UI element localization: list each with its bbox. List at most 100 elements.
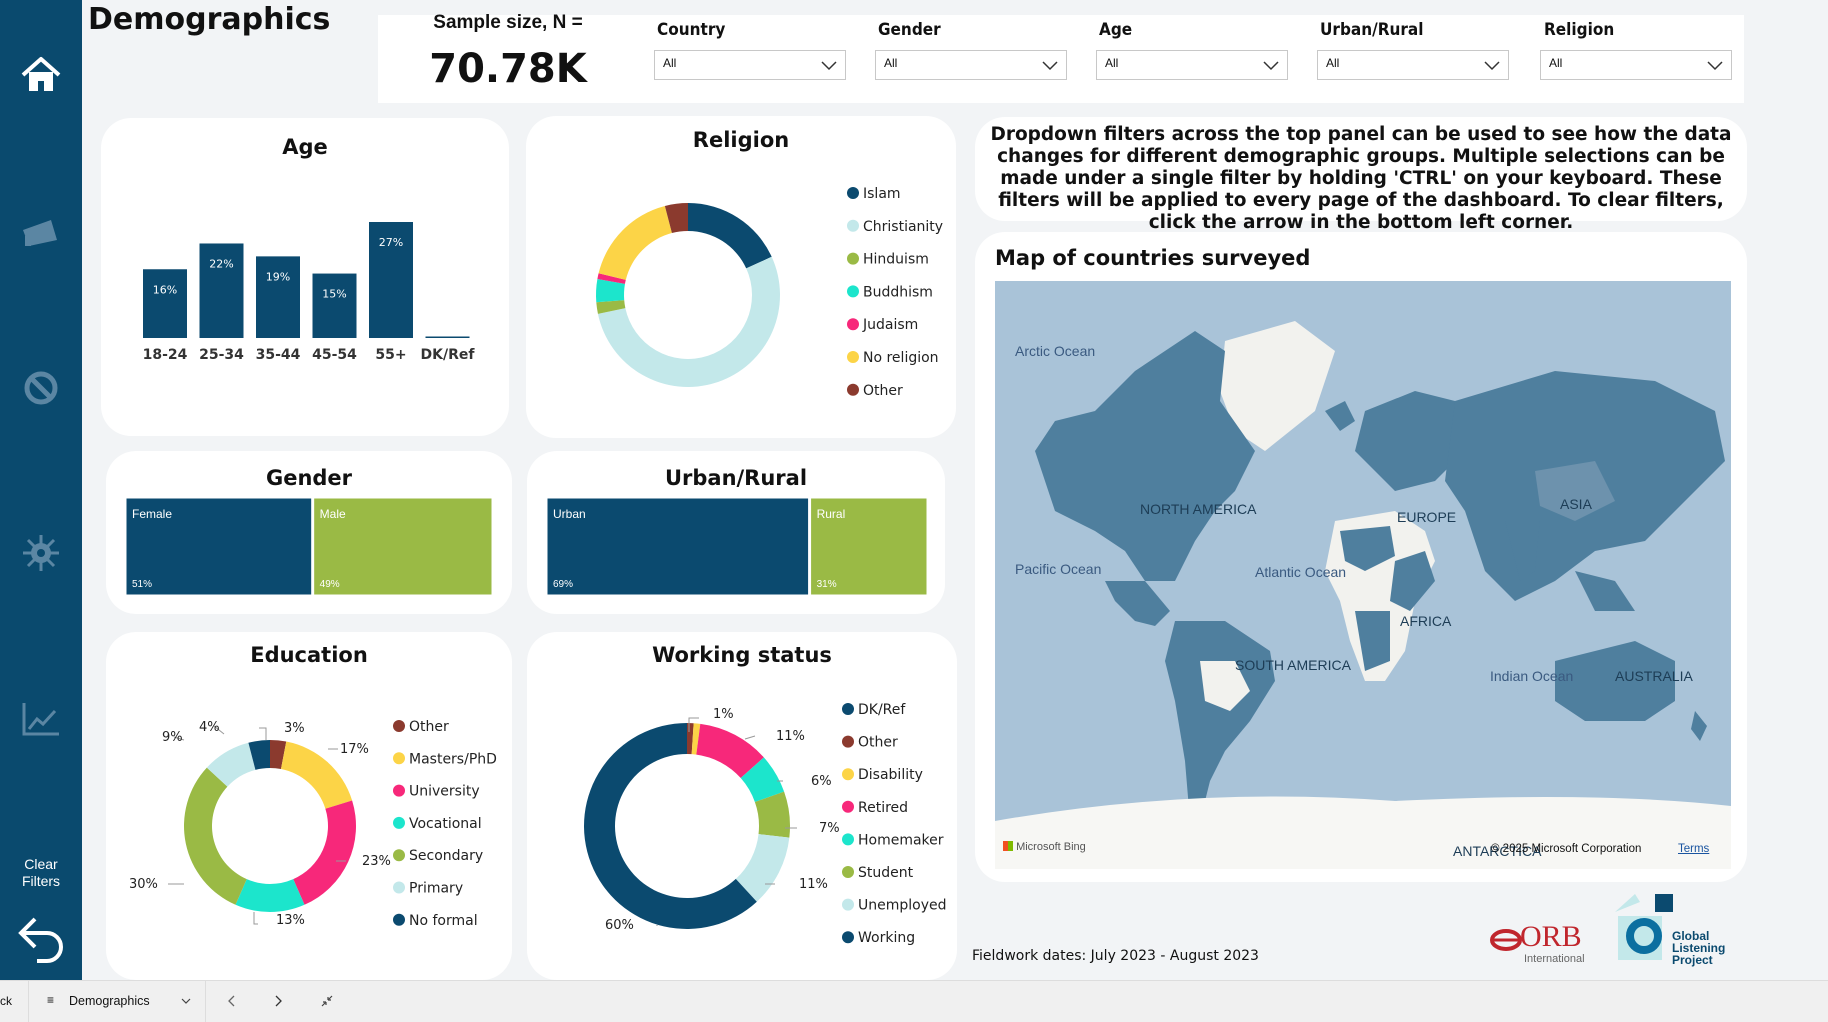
- education-slice-vocational[interactable]: [235, 879, 305, 912]
- education-legend-label: Other: [409, 719, 449, 735]
- age-filter-dropdown[interactable]: All: [1096, 50, 1288, 80]
- religion-legend-label: Islam: [863, 186, 901, 202]
- working-legend-label: Other: [858, 735, 898, 751]
- education-legend-label: Vocational: [409, 816, 482, 832]
- page-selector[interactable]: ≡ Demographics: [28, 981, 206, 1022]
- working-legend-marker: [842, 768, 854, 781]
- world-map-shapes: [995, 321, 1731, 869]
- trend-button[interactable]: [16, 694, 66, 744]
- education-legend-label: Secondary: [409, 848, 483, 864]
- megaphone-button[interactable]: [16, 208, 66, 258]
- age-tick-label: 18-24: [143, 347, 188, 363]
- education-legend-marker: [393, 816, 405, 829]
- back-label[interactable]: ck: [0, 994, 12, 1008]
- next-page-icon[interactable]: [273, 995, 283, 1007]
- continent-label-africa: AFRICA: [1400, 613, 1452, 629]
- education-slice-secondary[interactable]: [183, 767, 247, 905]
- chevron-down-icon: [821, 61, 837, 71]
- religion-legend-marker: [847, 252, 859, 265]
- page-selector-label: Demographics: [69, 994, 150, 1008]
- age-bar-label: 27%: [379, 236, 403, 249]
- working-label-retired: 11%: [776, 729, 805, 744]
- ocean-label-pacific: Pacific Ocean: [1015, 561, 1102, 577]
- ocean-label-atlantic: Atlantic Ocean: [1255, 564, 1347, 580]
- gender-segment-name: Male: [320, 507, 346, 521]
- age-tick-label: 35-44: [256, 347, 301, 363]
- religion-legend-marker: [847, 219, 859, 232]
- gender-segment-name: Female: [132, 507, 172, 521]
- working-status-donut-chart: 1% 11% 6% 7% 11% 60% DK/Ref Other Disabili…: [584, 702, 947, 946]
- working-legend-label: Disability: [858, 767, 923, 783]
- religion-legend-marker: [847, 351, 859, 363]
- working-legend-marker: [842, 866, 854, 878]
- orb-logo-icon: [1490, 929, 1522, 951]
- religion-legend-label: Judaism: [862, 317, 918, 333]
- chevron-down-icon: [1484, 61, 1500, 71]
- list-icon: ≡: [47, 993, 55, 1007]
- age-tick-label: DK/Ref: [421, 347, 476, 363]
- prohibited-button[interactable]: [16, 363, 66, 413]
- working-legend-label: Homemaker: [858, 832, 944, 848]
- working-label-working: 60%: [605, 918, 634, 933]
- gender-chart-title: Gender: [265, 466, 353, 490]
- religion-slice-islam[interactable]: [688, 203, 772, 269]
- working-legend-marker: [842, 931, 854, 944]
- education-legend-label: No formal: [409, 913, 478, 929]
- age-bar-label: 22%: [209, 257, 233, 270]
- collapse-icon[interactable]: [320, 994, 334, 1008]
- working-legend-marker: [842, 800, 854, 813]
- age-tick-label: 55+: [375, 347, 406, 363]
- home-button[interactable]: [16, 50, 66, 100]
- prev-page-icon[interactable]: [227, 995, 237, 1007]
- urban-rural-segment-value: 31%: [817, 579, 837, 590]
- religion-legend-label: Buddhism: [863, 284, 933, 300]
- undo-arrow-icon: [18, 917, 63, 963]
- education-donut-chart: 3% 17% 23% 13% 30% 9% 4% Other Masters/Ph…: [129, 719, 497, 929]
- chevron-down-icon: [1042, 61, 1058, 71]
- clear-filters-button[interactable]: [14, 912, 68, 966]
- left-nav: Clear Filters: [0, 0, 82, 980]
- age-bar-label: 19%: [266, 270, 290, 283]
- religion-legend-label: Christianity: [863, 219, 943, 235]
- religion-filter-label: Religion: [1544, 20, 1615, 40]
- religion-filter-dropdown[interactable]: All: [1540, 50, 1732, 80]
- map-terms-link[interactable]: Terms: [1678, 843, 1709, 855]
- working-label-homemaker: 6%: [811, 774, 832, 789]
- religion-slice-no-religion[interactable]: [598, 205, 672, 280]
- virus-button[interactable]: [16, 528, 66, 578]
- urban-rural-filter-dropdown[interactable]: All: [1317, 50, 1509, 80]
- religion-filter-value: All: [1549, 56, 1563, 70]
- education-label-university: 23%: [362, 854, 391, 869]
- continent-label-europe: EUROPE: [1397, 509, 1457, 525]
- age-bar-18-24[interactable]: [143, 269, 187, 338]
- education-slice-university[interactable]: [293, 800, 356, 905]
- glp-wordmark: Global Listening Project: [1672, 929, 1726, 967]
- continent-label-south-america: SOUTH AMERICA: [1235, 657, 1351, 673]
- page-title: Demographics: [88, 2, 331, 37]
- age-bar-35-44[interactable]: [256, 256, 300, 338]
- urban-rural-segment-urban[interactable]: [547, 498, 810, 595]
- gender-segment-value: 51%: [132, 579, 152, 590]
- education-legend-label: University: [409, 784, 480, 800]
- working-label-unemployed: 11%: [799, 877, 828, 892]
- glp-logo: Global Listening Project: [1610, 892, 1725, 971]
- world-map[interactable]: Arctic Ocean Pacific Ocean Atlantic Ocea…: [995, 281, 1731, 869]
- age-bar-45-54[interactable]: [312, 273, 357, 338]
- working-legend-label: Working: [858, 930, 915, 946]
- country-filter-dropdown[interactable]: All: [654, 50, 846, 80]
- urban-rural-segment-value: 69%: [553, 579, 573, 590]
- age-bar-DK/Ref[interactable]: [425, 336, 470, 339]
- prohibited-icon: [24, 371, 58, 405]
- orb-subtitle: International: [1524, 953, 1585, 965]
- gender-filter-dropdown[interactable]: All: [875, 50, 1067, 80]
- religion-legend-label: No religion: [863, 350, 939, 366]
- bottom-page-bar: ck ≡ Demographics: [0, 980, 1828, 1022]
- religion-legend-marker: [847, 318, 859, 331]
- fieldwork-dates: Fieldwork dates: July 2023 - August 2023: [972, 948, 1259, 964]
- continent-label-north-america: NORTH AMERICA: [1140, 501, 1257, 517]
- age-bar-label: 15%: [322, 288, 346, 301]
- sample-size-value: 70.78K: [429, 46, 587, 92]
- education-legend-marker: [393, 720, 405, 732]
- urban-rural-segment-name: Rural: [817, 507, 846, 521]
- home-icon: [21, 57, 61, 91]
